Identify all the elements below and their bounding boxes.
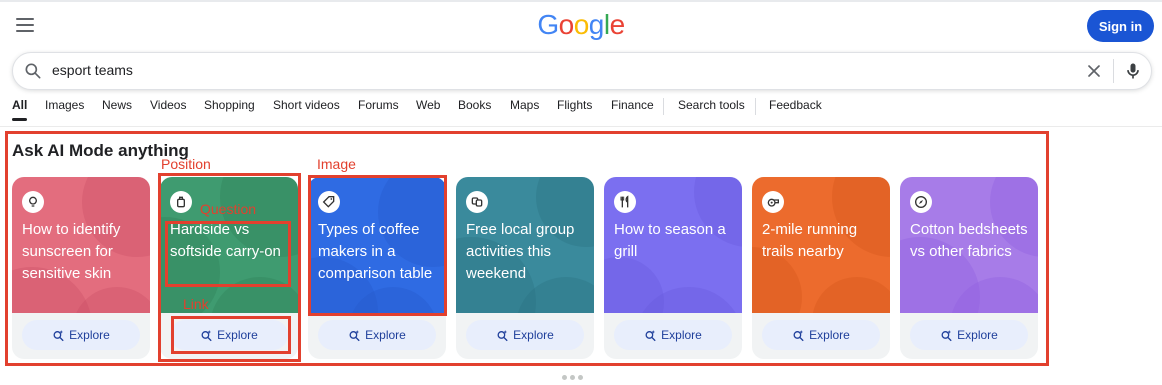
tab-feedback[interactable]: Feedback <box>769 98 822 112</box>
sign-in-button[interactable]: Sign in <box>1087 10 1154 42</box>
annotation-image: Image <box>317 156 356 172</box>
annotation-link: Link <box>183 296 209 312</box>
tab-all[interactable]: All <box>12 98 28 121</box>
clear-icon[interactable] <box>1084 61 1104 81</box>
search-divider <box>1113 59 1114 83</box>
tab-books[interactable]: Books <box>458 98 491 112</box>
carousel-dots <box>562 367 586 385</box>
tab-maps[interactable]: Maps <box>510 98 539 112</box>
search-input[interactable]: esport teams <box>52 62 133 78</box>
logo-letter: e <box>609 9 626 40</box>
tab-flights[interactable]: Flights <box>557 98 592 112</box>
tab-forums[interactable]: Forums <box>358 98 399 112</box>
tab-finance[interactable]: Finance <box>611 98 654 112</box>
tab-search-tools[interactable]: Search tools <box>678 98 745 112</box>
tabs-border <box>0 126 1162 127</box>
tab-images[interactable]: Images <box>45 98 84 112</box>
logo-letter: o <box>573 9 590 40</box>
google-logo[interactable]: Google <box>0 9 1162 41</box>
tab-separator <box>663 98 664 115</box>
annotation-frame-question <box>165 221 291 287</box>
top-border <box>0 0 1162 2</box>
logo-letter: o <box>558 9 575 40</box>
tab-news[interactable]: News <box>102 98 132 112</box>
logo-letter: G <box>537 9 559 40</box>
annotation-position: Position <box>161 156 211 172</box>
search-icon <box>25 63 41 79</box>
tab-separator <box>755 98 756 115</box>
annotation-question: Question <box>200 201 257 217</box>
annotation-frame-image <box>308 175 447 316</box>
annotation-frame-link <box>171 316 291 354</box>
tab-short-videos[interactable]: Short videos <box>273 98 340 112</box>
tab-web[interactable]: Web <box>416 98 440 112</box>
logo-letter: g <box>588 9 605 40</box>
search-box[interactable]: esport teams <box>12 52 1152 90</box>
microphone-icon[interactable] <box>1123 61 1143 81</box>
tab-videos[interactable]: Videos <box>150 98 186 112</box>
tab-shopping[interactable]: Shopping <box>204 98 255 112</box>
